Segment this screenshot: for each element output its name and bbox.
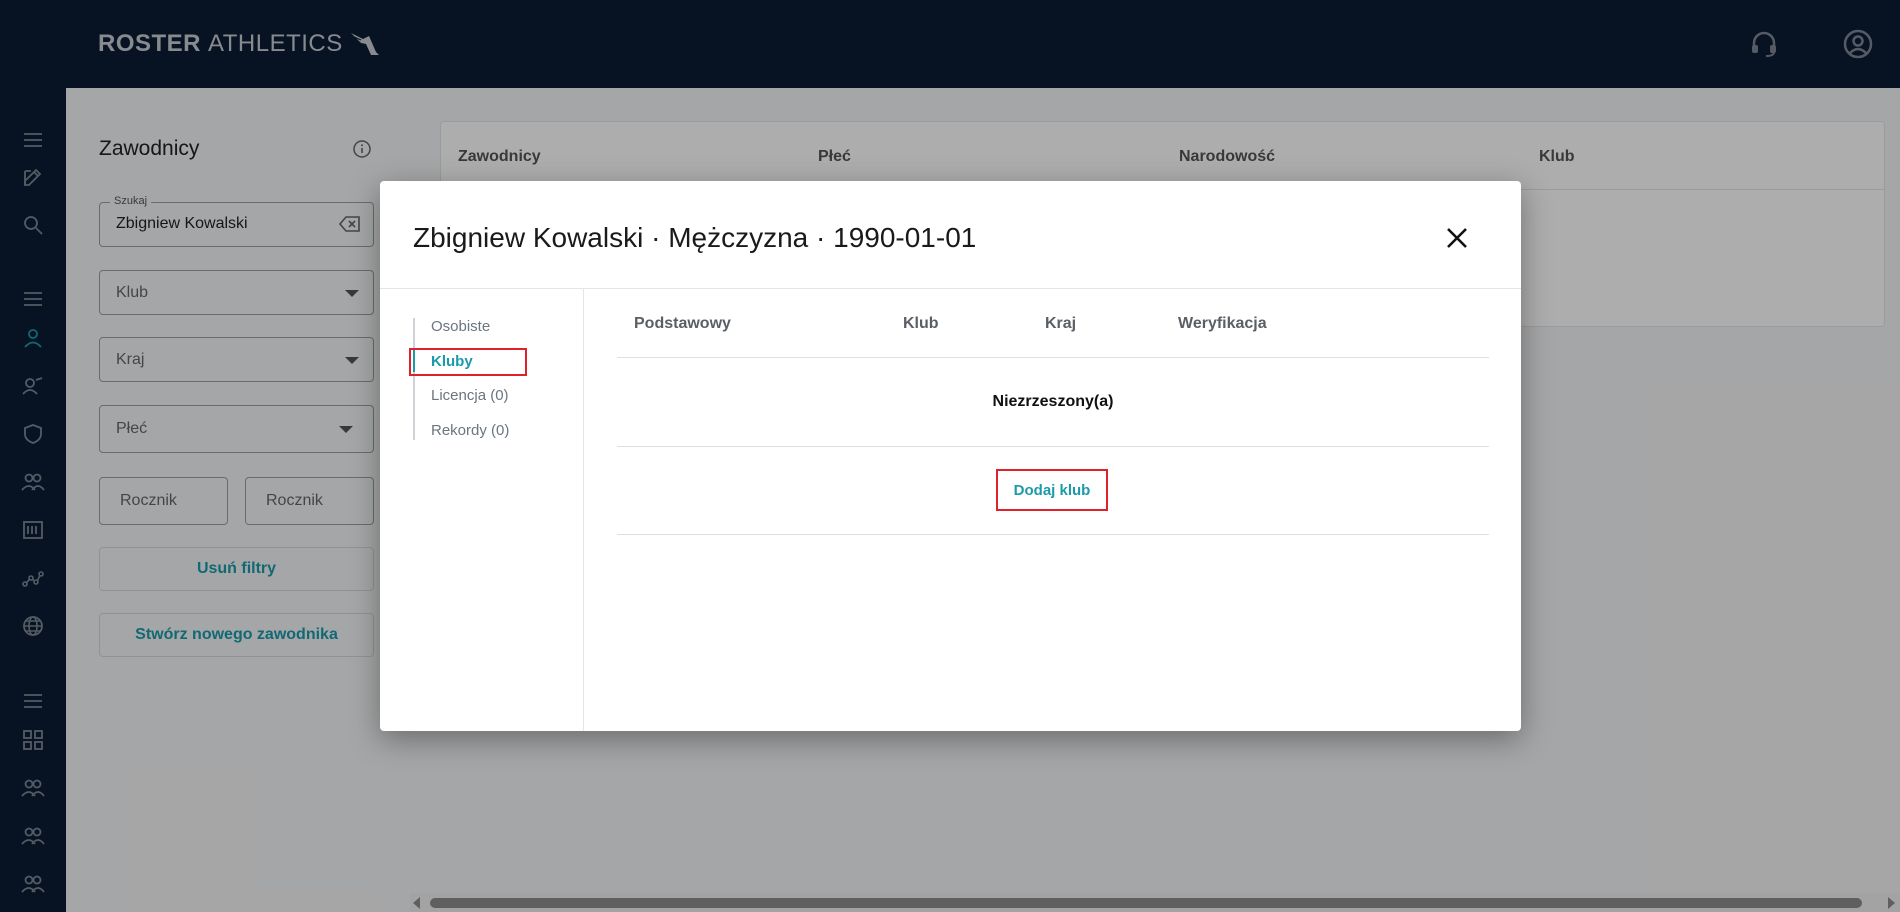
column-header: Weryfikacja (1178, 315, 1267, 332)
divider (617, 446, 1489, 447)
nav-track (413, 318, 415, 440)
divider (617, 534, 1489, 535)
nav-item-records[interactable]: Rekordy (0) (431, 422, 509, 439)
close-icon[interactable] (1440, 221, 1474, 255)
column-header: Podstawowy (634, 315, 731, 332)
column-header: Kraj (1045, 315, 1077, 332)
nav-item-license[interactable]: Licencja (0) (431, 387, 509, 404)
column-header: Klub (903, 315, 939, 332)
add-club-button[interactable]: Dodaj klub (996, 469, 1108, 511)
nav-item-personal[interactable]: Osobiste (431, 318, 490, 335)
divider (583, 289, 584, 731)
divider (617, 357, 1489, 358)
highlight-box (409, 348, 527, 376)
dialog-title: Zbigniew Kowalski · Mężczyzna · 1990-01-… (413, 222, 977, 253)
empty-state-message: Niezrzeszony(a) (992, 393, 1114, 410)
divider (380, 288, 1521, 289)
athlete-details-dialog: Zbigniew Kowalski · Mężczyzna · 1990-01-… (380, 181, 1521, 731)
